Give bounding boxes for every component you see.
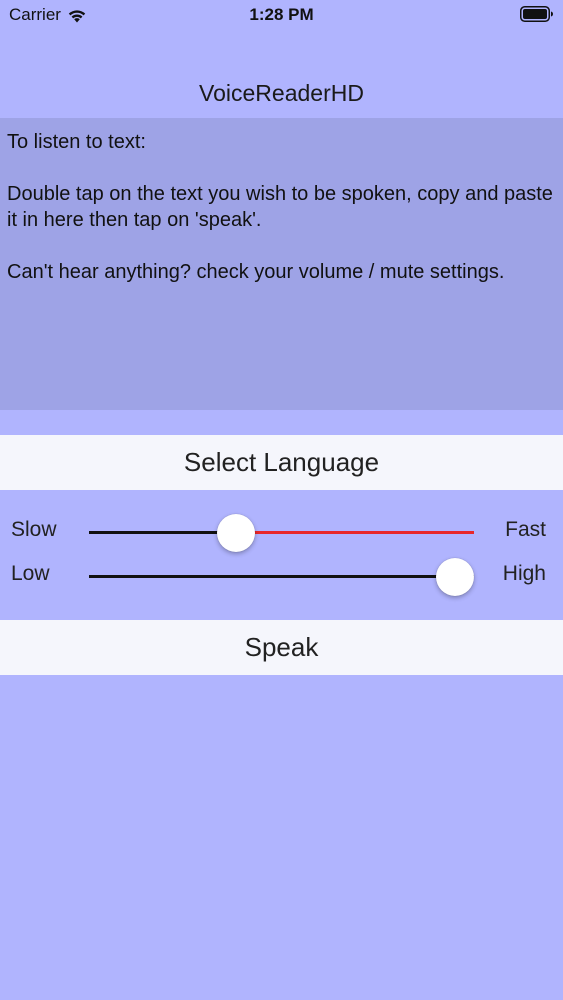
speed-slider-remaining-track — [236, 531, 474, 534]
app-screen: Carrier 1:28 PM VoiceReaderHD To listen … — [0, 0, 563, 1000]
speed-slider[interactable] — [89, 512, 474, 552]
app-title: VoiceReaderHD — [199, 80, 364, 106]
speed-slider-filled-track — [89, 531, 237, 534]
battery-icon — [520, 6, 553, 22]
status-bar: Carrier 1:28 PM — [0, 0, 563, 30]
select-language-button[interactable]: Select Language — [0, 435, 563, 490]
status-time: 1:28 PM — [249, 5, 314, 24]
speed-max-label: Fast — [505, 518, 546, 541]
speech-text-area[interactable]: To listen to text: Double tap on the tex… — [0, 118, 563, 410]
volume-hint-text: Can't hear anything? check your volume /… — [7, 261, 505, 283]
pitch-slider-thumb[interactable] — [436, 557, 474, 596]
speed-min-label: Slow — [11, 518, 57, 541]
pitch-min-label: Low — [11, 562, 50, 585]
instruction-heading: To listen to text: — [7, 131, 146, 153]
instruction-text: Double tap on the text you wish to be sp… — [7, 183, 553, 231]
speak-button[interactable]: Speak — [0, 620, 563, 675]
speed-slider-thumb[interactable] — [217, 513, 256, 552]
pitch-slider[interactable] — [89, 556, 474, 596]
pitch-slider-filled-track — [89, 575, 455, 578]
pitch-max-label: High — [502, 562, 546, 585]
